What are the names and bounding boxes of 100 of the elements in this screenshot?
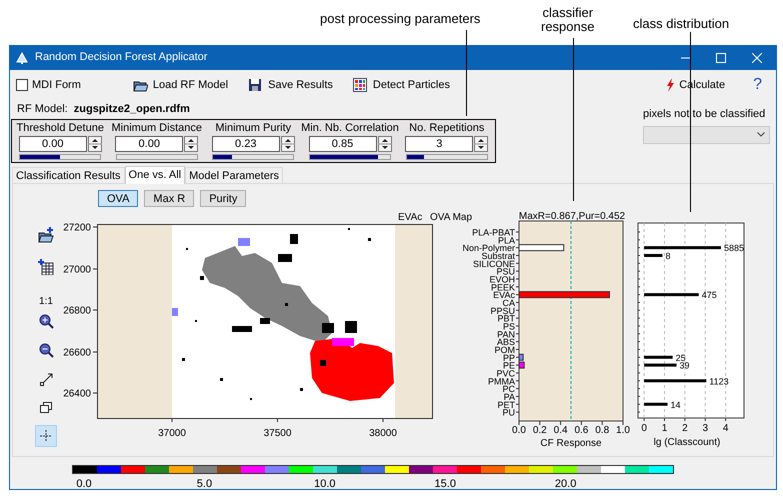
axis-title: lg (Classcount) (654, 437, 720, 448)
window-icon[interactable] (40, 402, 52, 413)
checkbox[interactable] (16, 79, 28, 91)
category-label: PBT (497, 314, 515, 324)
data-label: 1123 (709, 376, 729, 386)
spinner-arrows-icon[interactable] (88, 136, 102, 152)
map-title: OVA Map (430, 212, 472, 223)
parameter-label: Minimum Distance (112, 122, 202, 135)
toggle-button[interactable]: OVA (98, 190, 138, 207)
bar (644, 356, 673, 359)
axis-tick-label: 0 (641, 423, 647, 434)
category-label: CA (502, 298, 515, 308)
tool-button[interactable] (37, 399, 55, 416)
axis-tick-label: 27200 (63, 222, 91, 234)
data-label: 475 (702, 290, 717, 300)
axis-tick-label: 1.0 (616, 425, 630, 436)
axis-tick-label: 26800 (63, 306, 91, 316)
tab[interactable]: Model Parameters (185, 167, 283, 183)
axis-tick-label: 0.8 (595, 425, 610, 436)
axis-tick-label: 3 (702, 423, 708, 434)
bar (644, 364, 677, 367)
category-label: PEEK (490, 282, 515, 292)
scale-label: 0.0 (76, 477, 92, 492)
parameter-label: Minimum Purity (215, 122, 292, 135)
parameter-label: No. Repetitions (409, 122, 484, 135)
window-title: Random Decision Forest Applicator (35, 50, 208, 66)
data-label: 25 (676, 352, 686, 363)
category-label: Non-Polymer (462, 243, 515, 254)
model-file-name: zugspitze2_open.rdfm (74, 102, 190, 118)
tree-icon[interactable] (16, 52, 28, 64)
toolbar-button[interactable]: Load RF Model (130, 76, 230, 94)
number-field[interactable]: 0.85 (308, 136, 376, 152)
zoom-reset-button[interactable]: 1:1 (39, 296, 53, 308)
category-label: PLA (498, 235, 515, 246)
category-label: SILICONE (472, 258, 515, 269)
category-label: PS (502, 321, 515, 332)
spinner-arrows-icon[interactable] (474, 136, 488, 152)
category-label: PC (502, 384, 515, 394)
axis-title: CF Response (540, 438, 602, 448)
category-label: POM (494, 344, 515, 355)
category-label: ABS (496, 337, 515, 348)
diagonal-arrow-icon[interactable] (40, 373, 52, 386)
axis-tick-label: 26600 (63, 348, 91, 358)
category-label: EVAc (493, 290, 515, 300)
scale-label: 15.0 (434, 477, 456, 492)
model-label: RF Model: (17, 102, 68, 118)
axis-tick-label: 26400 (63, 388, 91, 400)
toolbar-button[interactable]: Save Results (246, 76, 335, 94)
maximize-icon[interactable] (716, 52, 726, 62)
dropdown-label: pixels not to be classified (643, 107, 766, 122)
bar (644, 254, 662, 257)
category-label: PU (502, 408, 515, 418)
axis-tick-label: 37000 (158, 428, 186, 439)
category-label: Substrat (481, 251, 515, 261)
category-label: PA (504, 392, 515, 402)
bar (644, 402, 668, 406)
lightning-icon[interactable] (666, 78, 676, 92)
toggle-button[interactable]: Purity (200, 190, 246, 207)
tab[interactable]: Classification Results (12, 167, 125, 183)
category-label: PPSU (490, 306, 515, 316)
category-label: PP (502, 352, 515, 363)
spinner-arrows-icon[interactable] (184, 136, 198, 152)
category-label: PAN (497, 329, 515, 340)
toggle-button[interactable]: Max R (144, 190, 194, 207)
axis-tick-label: 0.2 (532, 425, 547, 436)
data-label: 8 (665, 251, 670, 261)
scale-label: 5.0 (196, 477, 212, 492)
number-field[interactable]: 0.23 (212, 136, 280, 152)
bar (644, 293, 699, 296)
category-label: PVC (496, 368, 515, 378)
category-label: PLA-PBAT (472, 228, 515, 238)
axis-tick-label: 27000 (63, 264, 91, 276)
axis-tick-label: 0.6 (574, 425, 588, 436)
number-field[interactable]: 0.00 (115, 136, 184, 152)
number-field[interactable]: 3 (405, 136, 474, 152)
checkbox-label: MDI Form (32, 78, 81, 93)
annotation-label: class distribution (633, 15, 730, 33)
axis-tick-label: 37500 (264, 428, 292, 439)
help-button[interactable]: ? (753, 73, 762, 97)
category-label: EVOH (489, 274, 515, 284)
scale-label: 10.0 (314, 477, 336, 492)
axis-tick-label: 4 (722, 423, 728, 434)
scale-label: 20.0 (554, 477, 576, 492)
category-label: PET (497, 400, 515, 410)
annotation-label: classifier response (541, 6, 594, 34)
category-label: PSU (496, 266, 515, 277)
data-label: 14 (670, 400, 681, 410)
axis-tick-label: 1 (662, 423, 668, 434)
category-label: PE (502, 360, 515, 371)
toolbar-button[interactable]: Detect Particles (350, 76, 452, 94)
axis-tick-label: 2 (682, 423, 688, 434)
close-icon[interactable] (752, 52, 762, 62)
spinner-arrows-icon[interactable] (378, 136, 392, 152)
axis-tick-label: 0.0 (512, 425, 526, 436)
spinner-arrows-icon[interactable] (280, 136, 295, 152)
parameter-label: Min. Nb. Correlation (301, 122, 399, 135)
number-field[interactable]: 0.00 (18, 136, 87, 152)
tab[interactable]: One vs. All (124, 166, 186, 184)
grid-icon[interactable] (352, 78, 368, 92)
annotation-label: post processing parameters (320, 10, 480, 28)
